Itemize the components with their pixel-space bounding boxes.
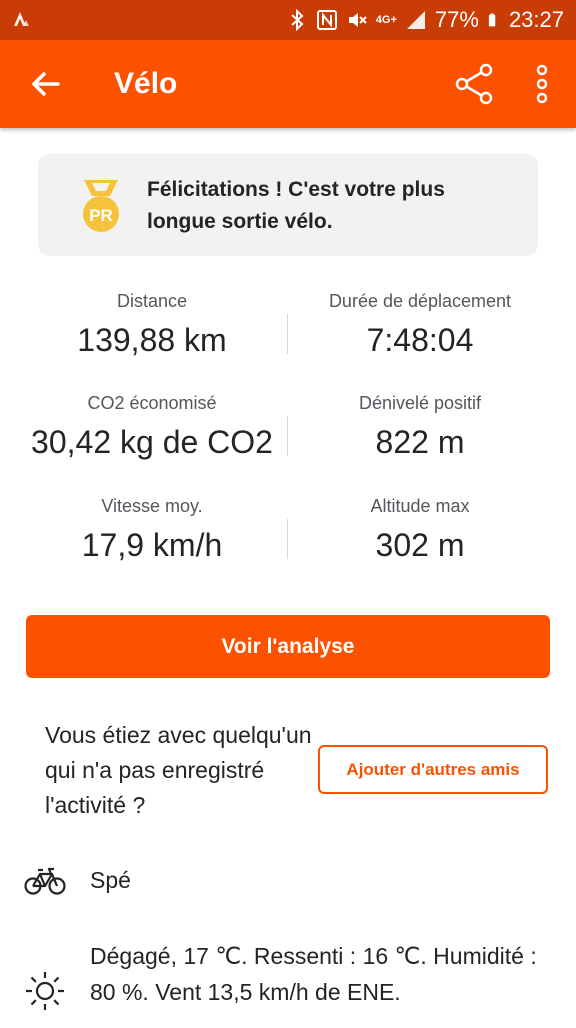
personal-record-banner: PR Félicitations ! C'est votre plus long… — [38, 154, 538, 256]
stat-elevation-gain: Dénivelé positif 822 m — [276, 392, 564, 462]
stat-value: 17,9 km/h — [81, 527, 223, 563]
network-type-label: 4G+ — [375, 14, 397, 26]
stat-label: Durée de déplacement — [328, 291, 512, 311]
tag-friends-prompt: Vous étiez avec quelqu'un qui n'a pas en… — [45, 722, 312, 818]
back-arrow-icon[interactable] — [26, 64, 66, 104]
view-analysis-button[interactable]: Voir l'analyse — [26, 615, 550, 678]
more-options-icon[interactable] — [522, 62, 562, 106]
share-icon[interactable] — [452, 62, 496, 106]
stat-value: 139,88 km — [77, 322, 227, 358]
battery-percent: 77% — [434, 7, 479, 32]
weather-row: Dégagé, 17 ℃. Ressenti : 16 ℃. Humidité … — [0, 938, 576, 1028]
strava-notification-icon — [14, 12, 29, 26]
mute-icon — [348, 13, 367, 27]
page-title: Vélo — [114, 67, 178, 100]
app-bar: Vélo — [0, 40, 576, 128]
stat-distance: Distance 139,88 km — [8, 290, 296, 360]
stat-label: Vitesse moy. — [101, 496, 203, 516]
stat-moving-time: Durée de déplacement 7:48:04 — [276, 290, 564, 360]
pr-medal-icon: PR — [83, 180, 119, 232]
clock: 23:27 — [508, 7, 564, 32]
nfc-icon — [316, 10, 337, 30]
weather-summary: Dégagé, 17 ℃. Ressenti : 16 ℃. Humidité … — [90, 943, 537, 1005]
battery-icon — [488, 13, 496, 27]
sun-icon — [26, 972, 64, 1010]
stat-average-speed: Vitesse moy. 17,9 km/h — [8, 495, 296, 565]
stat-label: Dénivelé positif — [358, 393, 482, 413]
status-icons: 4G+ 77% 23:27 — [286, 6, 564, 34]
stat-label: CO2 économisé — [87, 393, 217, 413]
stat-label: Altitude max — [370, 496, 470, 516]
pr-badge-text: PR — [89, 206, 113, 225]
stat-label: Distance — [116, 291, 188, 311]
stat-value: 30,42 kg de CO2 — [31, 424, 273, 460]
stat-value: 822 m — [375, 424, 465, 460]
bike-icon — [24, 867, 66, 895]
stat-value: 7:48:04 — [366, 322, 474, 358]
pr-message: Félicitations ! C'est votre plus longue … — [147, 178, 445, 233]
signal-icon — [406, 11, 425, 29]
stat-max-elevation: Altitude max 302 m — [276, 495, 564, 565]
gear-row[interactable]: Spé — [0, 860, 576, 904]
gear-name: Spé — [90, 867, 131, 893]
stat-co2-saved: CO2 économisé 30,42 kg de CO2 — [8, 392, 296, 462]
stat-value: 302 m — [375, 527, 465, 563]
bluetooth-icon — [291, 9, 304, 31]
add-friends-button[interactable]: Ajouter d'autres amis — [318, 745, 548, 794]
status-bar: 4G+ 77% 23:27 — [0, 0, 576, 40]
